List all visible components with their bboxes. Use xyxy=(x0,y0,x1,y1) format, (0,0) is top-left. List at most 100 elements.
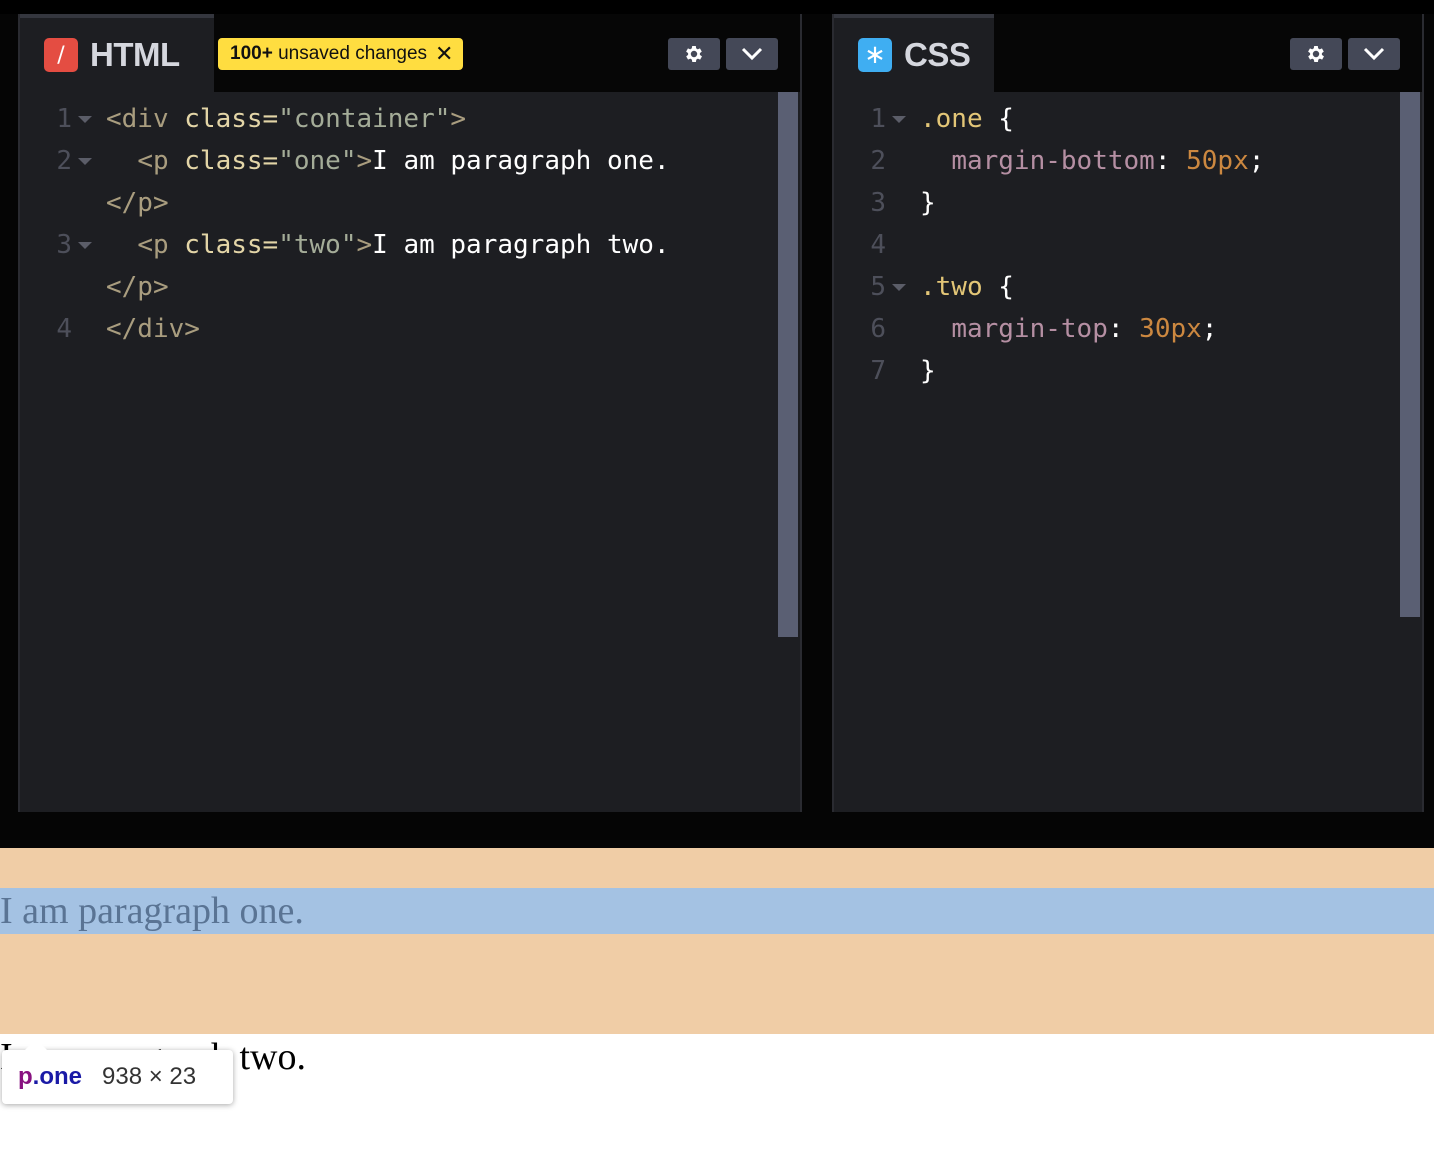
css-code-area[interactable]: 1 .one {2 margin-bottom: 50px; 3} 4 5 .two {6… xyxy=(834,98,1400,812)
css-panel-header: ∗ CSS xyxy=(834,14,1422,92)
code-token: "container" xyxy=(278,104,451,134)
result-preview: I am paragraph one. I am paragraph two. xyxy=(0,848,1434,1176)
code-token: : xyxy=(1107,314,1140,344)
code-token: { xyxy=(982,272,1014,302)
css-editor-panel: ∗ CSS 1 .one {2 margin-bottom: 50px; 3} 4 5.… xyxy=(832,14,1424,812)
tab-css[interactable]: ∗ CSS xyxy=(834,14,994,92)
margin-highlight-bottom xyxy=(0,934,1434,1034)
fold-arrow-icon[interactable] xyxy=(78,242,92,249)
html-panel-header: / HTML 100+ unsaved changes ✕ xyxy=(20,14,800,92)
code-token: <p xyxy=(137,146,185,176)
html-code-line[interactable]: 2 <p class="one">I am paragraph one. xyxy=(20,140,778,182)
css-code-line[interactable]: 5 .two { xyxy=(834,266,1400,308)
html-code-line[interactable]: 4 </div> xyxy=(20,308,778,350)
code-text: </p> xyxy=(106,266,169,308)
css-code-line[interactable]: 3} xyxy=(834,182,1400,224)
code-text: <p class="two">I am paragraph two. xyxy=(106,224,669,266)
code-text: } xyxy=(920,350,936,392)
asterisk-icon: ∗ xyxy=(858,38,892,72)
html-editor-panel: / HTML 100+ unsaved changes ✕ 1 <div clas… xyxy=(18,14,802,812)
code-token: <p xyxy=(137,230,185,260)
css-settings-button[interactable] xyxy=(1290,38,1342,70)
code-token: .one xyxy=(920,104,983,134)
line-number: 6 xyxy=(870,314,886,344)
code-token: margin-top xyxy=(951,314,1108,344)
code-token: class= xyxy=(184,104,279,134)
inspector-tooltip: p .one 938 × 23 xyxy=(2,1039,233,1104)
chevron-down-icon xyxy=(741,47,763,61)
css-code-line[interactable]: 2 margin-bottom: 50px; xyxy=(834,140,1400,182)
css-code-line[interactable]: 6 margin-top: 30px; xyxy=(834,308,1400,350)
code-token: <div xyxy=(106,104,185,134)
html-code-line[interactable]: 3 <p class="two">I am paragraph two. xyxy=(20,224,778,266)
scrollbar-thumb[interactable] xyxy=(778,92,798,637)
code-token: { xyxy=(982,104,1014,134)
fold-arrow-icon[interactable] xyxy=(892,116,906,123)
slash-icon: / xyxy=(44,38,78,72)
code-text: margin-bottom: 50px; xyxy=(920,140,1264,182)
line-number: 5 xyxy=(870,272,886,302)
code-token: > xyxy=(356,146,373,176)
tooltip-class: .one xyxy=(32,1063,83,1090)
html-code-line[interactable]: 1 <div class="container"> xyxy=(20,98,778,140)
paragraph-one[interactable]: I am paragraph one. xyxy=(0,888,1434,934)
code-token: class= xyxy=(184,146,279,176)
paragraph-one-text: I am paragraph one. xyxy=(0,890,304,932)
code-token: 50px xyxy=(1186,146,1249,176)
code-token: class= xyxy=(184,230,279,260)
html-code-line[interactable]: </p> xyxy=(20,266,778,308)
tooltip-tag: p xyxy=(18,1063,33,1090)
css-scrollbar[interactable] xyxy=(1400,92,1422,617)
unsaved-text: unsaved changes xyxy=(272,43,428,64)
margin-highlight-top xyxy=(0,848,1434,888)
code-text: .one { xyxy=(920,98,1014,140)
line-number: 2 xyxy=(870,146,886,176)
html-collapse-button[interactable] xyxy=(726,38,778,70)
tab-html[interactable]: / HTML xyxy=(20,14,214,92)
css-tab-label: CSS xyxy=(904,36,971,73)
code-text: <p class="one">I am paragraph one. xyxy=(106,140,670,182)
code-token: > xyxy=(450,104,467,134)
code-text: } xyxy=(920,182,936,224)
html-settings-button[interactable] xyxy=(668,38,720,70)
unsaved-count: 100+ xyxy=(230,43,273,64)
fold-arrow-icon[interactable] xyxy=(78,158,92,165)
fold-arrow-icon[interactable] xyxy=(892,284,906,291)
line-number: 7 xyxy=(870,356,886,386)
code-token: : xyxy=(1154,146,1187,176)
code-token: I am paragraph one. xyxy=(372,146,670,176)
html-tab-label: HTML xyxy=(90,36,180,73)
line-number: 3 xyxy=(870,188,886,218)
chevron-down-icon xyxy=(1363,47,1385,61)
code-text: <div class="container"> xyxy=(106,98,466,140)
line-number: 1 xyxy=(56,104,72,134)
line-number: 4 xyxy=(56,314,72,344)
css-collapse-button[interactable] xyxy=(1348,38,1400,70)
tooltip-dimensions: 938 × 23 xyxy=(102,1063,197,1090)
unsaved-changes-badge[interactable]: 100+ unsaved changes ✕ xyxy=(218,38,464,70)
code-token: } xyxy=(920,356,936,386)
code-text: .two { xyxy=(920,266,1014,308)
css-code-line[interactable]: 1 .one { xyxy=(834,98,1400,140)
html-scrollbar[interactable] xyxy=(778,92,800,637)
code-token: } xyxy=(920,188,936,218)
code-token: ; xyxy=(1248,146,1265,176)
gear-icon xyxy=(686,46,702,62)
html-code-area[interactable]: 1 <div class="container"> 2 <p class="one"… xyxy=(20,98,778,812)
close-icon[interactable]: ✕ xyxy=(435,43,453,65)
code-text: margin-top: 30px; xyxy=(920,308,1217,350)
code-token: margin-bottom xyxy=(951,146,1155,176)
line-number: 3 xyxy=(56,230,72,260)
editor-area: / HTML 100+ unsaved changes ✕ 1 <div clas… xyxy=(0,0,1434,848)
code-token: "two" xyxy=(278,230,357,260)
code-token: > xyxy=(356,230,373,260)
html-code-line[interactable]: </p> xyxy=(20,182,778,224)
css-code-line[interactable]: 4 xyxy=(834,224,1400,266)
scrollbar-thumb[interactable] xyxy=(1400,92,1420,617)
fold-arrow-icon[interactable] xyxy=(78,116,92,123)
css-code-line[interactable]: 7} xyxy=(834,350,1400,392)
